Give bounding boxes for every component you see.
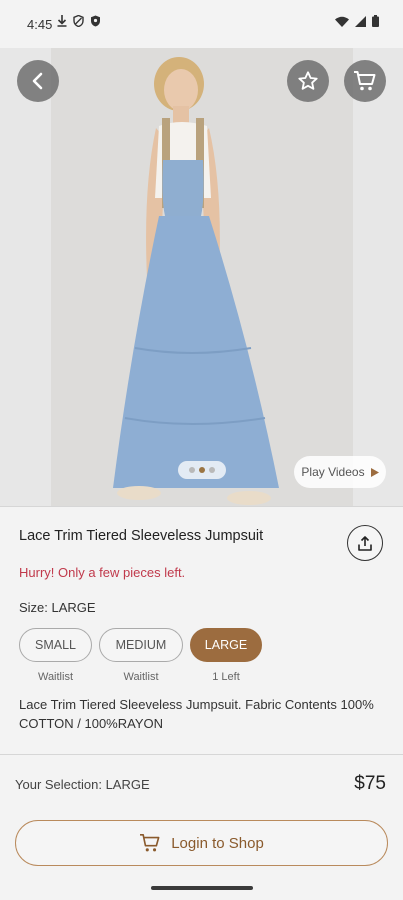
home-indicator[interactable] (151, 886, 253, 890)
product-photo[interactable] (51, 48, 353, 506)
divider (0, 754, 403, 755)
login-to-shop-button[interactable]: Login to Shop (15, 820, 388, 866)
shield-icon (73, 15, 84, 27)
back-button[interactable] (17, 60, 59, 102)
size-status-medium: Waitlist (123, 671, 159, 683)
wifi-icon (335, 16, 349, 27)
size-status-large: 1 Left (212, 671, 240, 683)
download-icon (57, 15, 67, 27)
chevron-left-icon (32, 72, 43, 90)
share-icon (358, 535, 372, 551)
price: $75 (354, 773, 386, 794)
size-option-medium[interactable]: MEDIUM (99, 628, 183, 662)
size-status-small: Waitlist (37, 671, 74, 683)
carousel-dot-active[interactable] (199, 467, 205, 473)
vpn-icon (91, 15, 100, 27)
product-title: Lace Trim Tiered Sleeveless Jumpsuit (19, 528, 264, 544)
cart-icon (140, 834, 160, 852)
star-icon (298, 71, 318, 90)
battery-icon (372, 15, 379, 27)
login-to-shop-label: Login to Shop (171, 834, 264, 852)
status-time: 4:45 (27, 17, 53, 32)
play-icon (370, 467, 379, 477)
size-option-large[interactable]: LARGE (190, 628, 262, 662)
product-description: Lace Trim Tiered Sleeveless Jumpsuit. Fa… (19, 697, 374, 731)
product-image-carousel[interactable]: Play Videos (0, 48, 403, 506)
signal-icon (355, 15, 366, 27)
selection-summary: Your Selection: LARGE (15, 777, 150, 792)
cart-button[interactable] (344, 60, 386, 102)
cart-icon (354, 71, 376, 91)
status-bar: 4:45 (0, 0, 403, 48)
carousel-dot[interactable] (189, 467, 195, 473)
play-videos-button[interactable]: Play Videos (294, 456, 386, 488)
size-option-small[interactable]: SMALL (19, 628, 92, 662)
share-button[interactable] (347, 525, 383, 561)
carousel-dot[interactable] (209, 467, 215, 473)
selected-size-label: Size: LARGE (19, 600, 96, 615)
favorite-button[interactable] (287, 60, 329, 102)
stock-urgency-text: Hurry! Only a few pieces left. (19, 565, 186, 580)
play-videos-label: Play Videos (301, 465, 365, 479)
divider (0, 506, 403, 507)
carousel-indicator[interactable] (178, 461, 226, 479)
